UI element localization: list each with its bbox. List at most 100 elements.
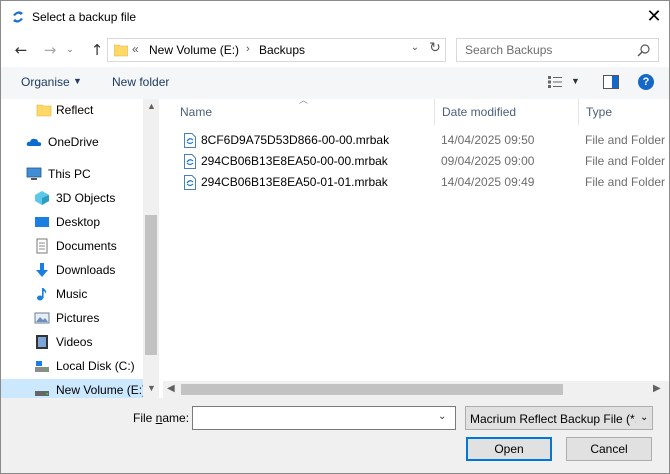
mrbak-file-icon <box>184 175 196 190</box>
column-header-type[interactable]: Type <box>579 99 669 125</box>
scroll-down-icon[interactable]: ▼ <box>147 383 156 393</box>
address-overflow-icon[interactable]: « <box>132 42 139 56</box>
search-placeholder: Search Backups <box>465 43 553 57</box>
file-row[interactable]: 294CB06B13E8EA50-01-01.mrbak 14/04/2025 … <box>173 172 669 193</box>
downloads-icon <box>36 263 48 277</box>
column-header-name[interactable]: Name <box>173 99 435 125</box>
sidebar-item-label: Music <box>56 287 88 301</box>
up-folder-button[interactable]: ↑ <box>87 39 107 61</box>
scrollbar-thumb[interactable] <box>181 384 563 395</box>
window-title: Select a backup file <box>32 10 137 24</box>
sidebar-item-label: Pictures <box>56 311 100 325</box>
folder-icon <box>114 44 128 57</box>
forward-button[interactable]: → <box>40 39 60 61</box>
sidebar-item-pictures[interactable]: Pictures <box>1 307 143 329</box>
column-header-label: Name <box>180 105 213 119</box>
dialog-footer: File name: ⌄ Macrium Reflect Backup File… <box>1 398 669 473</box>
recent-locations-dropdown[interactable]: ⌄ <box>63 39 77 61</box>
cancel-button[interactable]: Cancel <box>566 437 652 461</box>
sidebar-item-reflect[interactable]: Reflect <box>1 99 143 121</box>
search-box[interactable]: Search Backups <box>456 38 659 62</box>
file-row[interactable]: 8CF6D9A75D53D866-00-00.mrbak 14/04/2025 … <box>173 130 669 151</box>
sidebar-item-downloads[interactable]: Downloads <box>1 259 143 281</box>
sidebar-item-label: OneDrive <box>48 135 99 149</box>
column-header-date-modified[interactable]: Date modified <box>435 99 579 125</box>
local-disk-icon <box>35 361 49 372</box>
breadcrumb-new-volume[interactable]: New Volume (E:) <box>149 43 239 57</box>
sidebar-item-label: Videos <box>56 335 93 349</box>
file-name-dropdown-icon[interactable]: ⌄ <box>438 411 446 422</box>
documents-icon <box>36 238 48 254</box>
file-dialog-window: Select a backup file ✕ ← → ⌄ ↑ « New Vol… <box>0 0 670 474</box>
open-button[interactable]: Open <box>466 437 552 461</box>
column-header-label: Date modified <box>442 105 517 119</box>
file-type: File and Folder B <box>585 175 669 189</box>
chevron-down-icon[interactable]: ▼ <box>73 76 82 86</box>
file-name-input[interactable] <box>192 406 456 430</box>
sidebar-item-3d-objects[interactable]: 3D Objects <box>1 187 143 209</box>
back-button[interactable]: ← <box>11 39 31 61</box>
view-options-icon[interactable] <box>547 75 563 89</box>
organise-menu[interactable]: Organise <box>21 75 70 89</box>
sidebar-item-local-disk-c[interactable]: Local Disk (C:) <box>1 355 143 377</box>
sidebar-item-label: 3D Objects <box>56 191 116 205</box>
new-folder-button[interactable]: New folder <box>112 75 169 89</box>
scroll-right-icon[interactable]: ▶ <box>653 383 661 394</box>
onedrive-cloud-icon <box>26 138 42 146</box>
scrollbar-thumb[interactable] <box>145 215 157 355</box>
file-type-filter-select[interactable]: Macrium Reflect Backup File (*. ⌄ <box>465 406 653 430</box>
file-date: 14/04/2025 09:49 <box>441 175 535 189</box>
mrbak-file-icon <box>184 133 196 148</box>
file-name: 294CB06B13E8EA50-00-00.mrbak <box>201 154 388 168</box>
this-pc-icon <box>26 167 42 180</box>
drive-icon <box>35 391 49 396</box>
folder-icon <box>36 104 52 117</box>
sidebar-item-label: Documents <box>56 239 117 253</box>
breadcrumb-backups[interactable]: Backups <box>259 43 305 57</box>
column-header-label: Type <box>586 105 613 119</box>
sidebar-item-music[interactable]: Music <box>1 283 143 305</box>
pictures-icon <box>34 312 50 324</box>
sidebar-item-label: Reflect <box>56 103 94 117</box>
file-name-label-part: ame: <box>162 411 190 425</box>
3d-objects-icon <box>35 191 49 205</box>
desktop-icon <box>35 217 49 227</box>
address-bar[interactable]: « New Volume (E:) › Backups ⌄ ↻ <box>107 38 446 62</box>
view-dropdown-icon[interactable]: ▼ <box>571 76 580 86</box>
file-list-scrollbar[interactable]: ◀ ▶ <box>163 381 669 398</box>
search-icon[interactable] <box>637 43 651 57</box>
breadcrumb-separator-icon[interactable]: › <box>246 43 250 55</box>
close-button[interactable]: ✕ <box>641 5 667 29</box>
sidebar-item-videos[interactable]: Videos <box>1 331 143 353</box>
file-date: 09/04/2025 09:00 <box>441 154 535 168</box>
scroll-up-icon[interactable]: ▲ <box>147 101 156 111</box>
file-name-label-part: File <box>133 411 156 425</box>
mrbak-file-icon <box>184 154 196 169</box>
help-icon[interactable]: ? <box>638 74 654 90</box>
macrium-app-icon <box>13 11 23 23</box>
file-name: 8CF6D9A75D53D866-00-00.mrbak <box>201 133 390 147</box>
sidebar-item-desktop[interactable]: Desktop <box>1 211 143 233</box>
title-bar: Select a backup file ✕ <box>1 1 669 33</box>
preview-pane-icon[interactable] <box>603 75 619 89</box>
chevron-down-icon: ⌄ <box>640 412 649 423</box>
file-row[interactable]: 294CB06B13E8EA50-00-00.mrbak 09/04/2025 … <box>173 151 669 172</box>
sidebar-item-documents[interactable]: Documents <box>1 235 143 257</box>
sidebar-item-label: Local Disk (C:) <box>56 359 135 373</box>
file-type: File and Folder B <box>585 154 669 168</box>
refresh-button[interactable]: ↻ <box>426 40 444 60</box>
file-date: 14/04/2025 09:50 <box>441 133 535 147</box>
file-type-filter-value: Macrium Reflect Backup File (*. <box>470 412 636 426</box>
navigation-pane: Reflect OneDrive This PC 3D Objects Desk… <box>1 99 159 401</box>
music-icon <box>37 288 47 301</box>
file-name: 294CB06B13E8EA50-01-01.mrbak <box>201 175 388 189</box>
sidebar-item-this-pc[interactable]: This PC <box>1 163 143 185</box>
sidebar-item-label: This PC <box>48 167 91 181</box>
sidebar-item-onedrive[interactable]: OneDrive <box>1 131 143 153</box>
scroll-left-icon[interactable]: ◀ <box>167 383 175 394</box>
command-toolbar: Organise ▼ New folder ▼ ? <box>1 67 669 99</box>
sidebar-item-label: Downloads <box>56 263 116 277</box>
address-history-dropdown[interactable]: ⌄ <box>408 42 422 53</box>
file-type: File and Folder B <box>585 133 669 147</box>
navigation-scrollbar[interactable]: ▲ ▼ <box>143 99 159 401</box>
